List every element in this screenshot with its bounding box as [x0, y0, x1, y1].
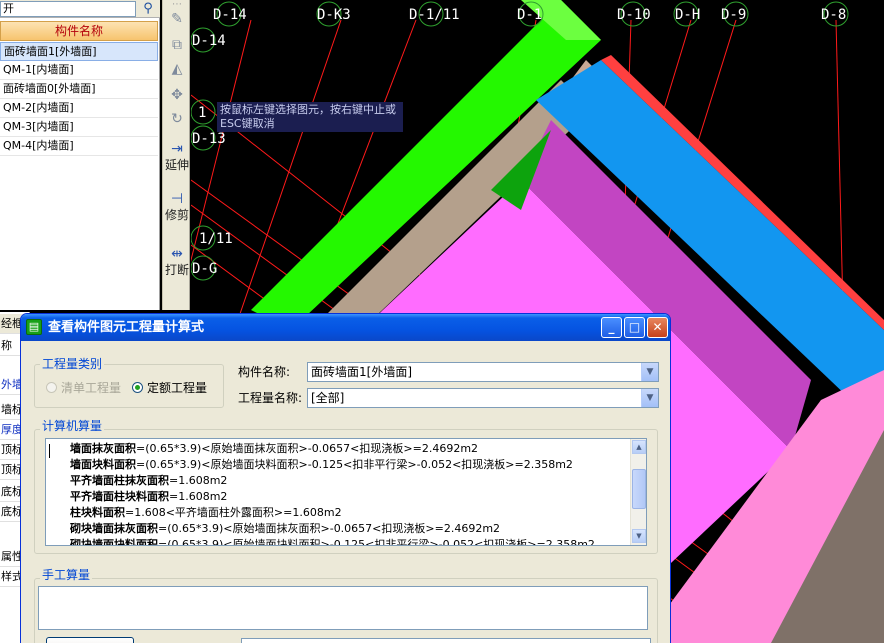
formula-line: 砌块墙面块料面积=(0.65*3.9)<原始墙面块料面积>-0.125<扣非平行…: [70, 538, 595, 546]
minimize-button[interactable]: _: [601, 317, 622, 338]
axis-label: 1: [198, 105, 206, 121]
formula-scrollbar[interactable]: ▲ ▼: [630, 439, 646, 545]
dialog-title: 查看构件图元工程量计算式: [48, 320, 205, 335]
component-search-bar: 开 ⚲: [0, 0, 160, 18]
trim-button[interactable]: 修剪: [165, 208, 189, 222]
quantity-name-select[interactable]: [全部] ▼: [307, 388, 659, 408]
component-search-input[interactable]: 开: [0, 1, 136, 17]
component-name-value: 面砖墙面1[外墙面]: [311, 365, 412, 379]
formula-line: 平齐墙面柱块料面积=1.608m2: [70, 490, 227, 504]
text-caret: [49, 444, 50, 458]
break-button[interactable]: 打断: [165, 263, 189, 277]
brush-icon[interactable]: ✎: [165, 10, 189, 28]
axis-label: D-1/11: [409, 7, 460, 23]
axis-label: D-1: [517, 7, 542, 23]
component-item[interactable]: QM-3[内墙面]: [0, 118, 158, 137]
component-item[interactable]: QM-4[内墙面]: [0, 137, 158, 156]
component-item[interactable]: QM-2[内墙面]: [0, 99, 158, 118]
bill-quantity-label: 清单工程量: [61, 381, 122, 395]
axis-label: D-9: [721, 7, 746, 23]
manual-result-field[interactable]: [241, 638, 651, 643]
axis-label: D-G: [192, 261, 217, 277]
component-item[interactable]: 面砖墙面0[外墙面]: [0, 80, 158, 99]
manual-quantity-group-title: 手工算量: [40, 568, 93, 582]
break-icon[interactable]: ⇹: [165, 245, 189, 263]
axis-label: D-14: [192, 33, 226, 49]
app-logo-icon: ▤: [26, 319, 42, 335]
formula-line: 柱块料面积=1.608<平齐墙面柱外露面积>=1.608m2: [70, 506, 342, 520]
quota-quantity-label: 定额工程量: [147, 381, 208, 395]
close-button[interactable]: ✕: [647, 317, 668, 338]
formula-line: 墙面块料面积=(0.65*3.9)<原始墙面块料面积>-0.125<扣非平行梁>…: [70, 458, 573, 472]
dialog-titlebar[interactable]: ▤ 查看构件图元工程量计算式 _ □ ✕: [21, 314, 670, 341]
maximize-button[interactable]: □: [624, 317, 645, 338]
component-name-select[interactable]: 面砖墙面1[外墙面] ▼: [307, 362, 659, 382]
formula-textarea[interactable]: 墙面抹灰面积=(0.65*3.9)<原始墙面抹灰面积>-0.0657<扣现浇板>…: [45, 438, 647, 546]
quantity-name-label: 工程量名称:: [238, 391, 303, 405]
formula-line: 墙面抹灰面积=(0.65*3.9)<原始墙面抹灰面积>-0.0657<扣现浇板>…: [70, 442, 478, 456]
axis-label: D-H: [675, 7, 700, 23]
quantity-type-group-title: 工程量类别: [40, 357, 105, 371]
formula-name: 墙面块料面积: [70, 458, 136, 471]
scroll-up-icon[interactable]: ▲: [632, 440, 646, 454]
formula-expr: =(0.65*3.9)<原始墙面抹灰面积>-0.0657<扣现浇板>=2.469…: [158, 522, 501, 535]
copy-icon[interactable]: ⧉: [165, 36, 189, 54]
axis-label: D-K3: [317, 7, 351, 23]
move-icon[interactable]: ✥: [165, 86, 189, 104]
quantity-formula-dialog: ▤ 查看构件图元工程量计算式 _ □ ✕ 工程量类别 清单工程量 定额工程量 构…: [20, 313, 671, 643]
extend-button[interactable]: 延伸: [165, 158, 189, 172]
formula-name: 平齐墙面柱抹灰面积: [70, 474, 169, 487]
formula-name: 墙面抹灰面积: [70, 442, 136, 455]
chevron-down-icon[interactable]: ▼: [641, 389, 658, 407]
component-item[interactable]: QM-1[内墙面]: [0, 61, 158, 80]
side-axis-labels: D-14 1 D-13 1/11 D-G: [192, 33, 233, 277]
component-item[interactable]: 面砖墙面1[外墙面]: [0, 42, 158, 61]
axis-label: D-14: [213, 7, 247, 23]
extend-icon[interactable]: ⇥: [165, 140, 189, 158]
chevron-down-icon[interactable]: ▼: [641, 363, 658, 381]
axis-label: D-8: [821, 7, 846, 23]
formula-expr: =1.608m2: [169, 490, 228, 503]
formula-name: 砌块墙面块料面积: [70, 538, 158, 546]
scroll-thumb[interactable]: [632, 469, 646, 509]
bill-quantity-radio: 清单工程量: [46, 381, 121, 395]
quota-quantity-radio[interactable]: 定额工程量: [132, 381, 207, 395]
formula-line: 砌块墙面抹灰面积=(0.65*3.9)<原始墙面抹灰面积>-0.0657<扣现浇…: [70, 522, 500, 536]
formula-name: 砌块墙面抹灰面积: [70, 522, 158, 535]
formula-name: 平齐墙面柱块料面积: [70, 490, 169, 503]
app-window: 开 ⚲ 构件名称 面砖墙面1[外墙面] QM-1[内墙面] 面砖墙面0[外墙面]…: [0, 0, 884, 643]
dialog-action-button[interactable]: [46, 637, 134, 643]
formula-expr: =(0.65*3.9)<原始墙面块料面积>-0.125<扣非平行梁>-0.052…: [158, 538, 595, 546]
component-list-header: 构件名称: [0, 21, 158, 41]
formula-line: 平齐墙面柱抹灰面积=1.608m2: [70, 474, 227, 488]
formula-expr: =1.608m2: [169, 474, 228, 487]
toolbar-grip-icon: ⋯: [172, 0, 182, 10]
scroll-down-icon[interactable]: ▼: [632, 529, 646, 543]
formula-expr: =1.608<平齐墙面柱外露面积>=1.608m2: [125, 506, 342, 519]
search-icon[interactable]: ⚲: [139, 1, 157, 17]
edit-toolbar: ⋯ ✎ ⧉ ◭ ✥ ↻ ⇥ 延伸 ⊣ 修剪 ⇹ 打断: [162, 0, 190, 310]
formula-expr: =(0.65*3.9)<原始墙面块料面积>-0.125<扣非平行梁>-0.052…: [136, 458, 573, 471]
mirror-icon[interactable]: ◭: [165, 60, 189, 78]
computed-quantity-group-title: 计算机算量: [40, 419, 105, 433]
axis-label: D-10: [617, 7, 651, 23]
formula-name: 柱块料面积: [70, 506, 125, 519]
manual-quantity-input[interactable]: [38, 586, 648, 630]
axis-label: 1/11: [199, 231, 233, 247]
rotate-icon[interactable]: ↻: [165, 110, 189, 128]
formula-expr: =(0.65*3.9)<原始墙面抹灰面积>-0.0657<扣现浇板>=2.469…: [136, 442, 479, 455]
component-name-label: 构件名称:: [238, 365, 291, 379]
cad-prompt-tooltip: 按鼠标左键选择图元，按右键中止或ESC键取消: [217, 102, 403, 132]
quantity-name-value: [全部]: [311, 391, 345, 405]
radio-indicator: [132, 382, 143, 393]
radio-indicator: [46, 382, 57, 393]
component-list-panel: 开 ⚲ 构件名称 面砖墙面1[外墙面] QM-1[内墙面] 面砖墙面0[外墙面]…: [0, 0, 160, 310]
top-axis-labels: D-14 D-K3 D-1/11 D-1 D-10 D-H D-9 D-8: [213, 7, 846, 23]
axis-label: D-13: [192, 131, 226, 147]
trim-icon[interactable]: ⊣: [165, 190, 189, 208]
